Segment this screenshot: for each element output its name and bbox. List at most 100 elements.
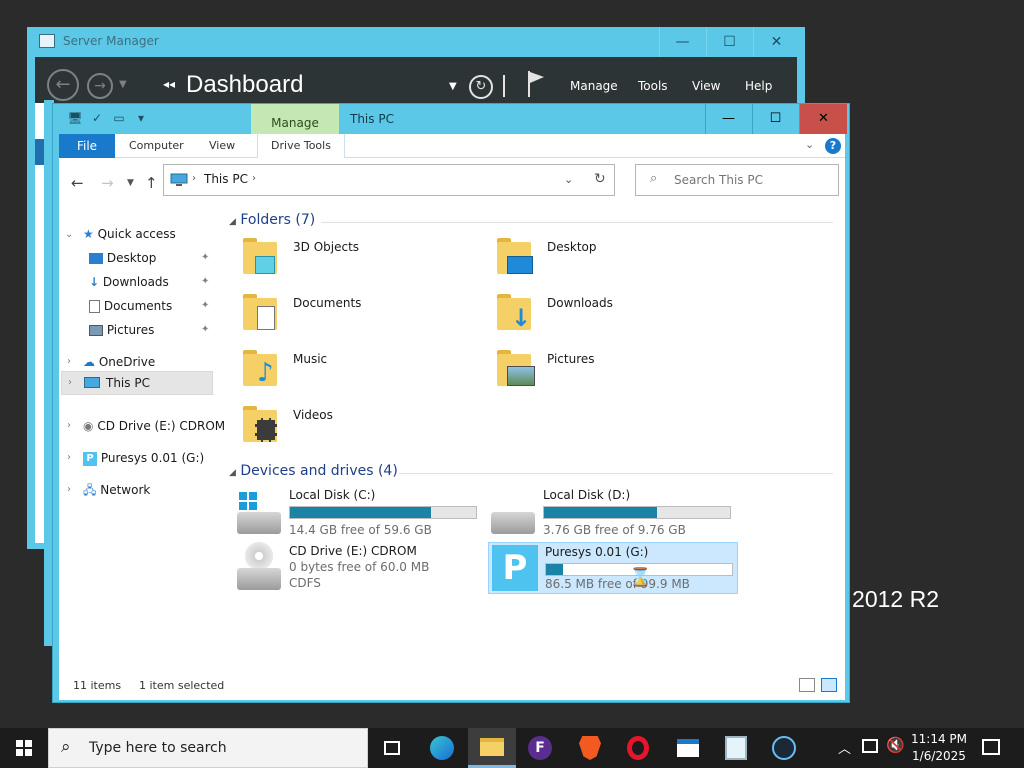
pin-icon[interactable]: ✦ xyxy=(201,252,209,263)
folder-videos[interactable]: Videos xyxy=(243,404,483,452)
expand-ribbon-icon[interactable]: ⌄ xyxy=(805,138,814,151)
folder-downloads[interactable]: ↓ Downloads xyxy=(497,292,737,340)
show-hidden-icons-icon[interactable]: ︿ xyxy=(838,738,851,757)
address-bar[interactable]: › This PC › ⌄ ↻ xyxy=(163,164,615,196)
back-arrow-icon[interactable]: ← xyxy=(47,69,79,101)
nav-this-pc-label: This PC xyxy=(106,376,150,390)
nav-cd-drive[interactable]: ◉ CD Drive (E:) CDROM xyxy=(83,415,225,437)
network-status-icon[interactable] xyxy=(862,739,878,753)
explorer-maximize-button[interactable]: ☐ xyxy=(752,104,798,134)
large-icons-view-icon[interactable] xyxy=(821,678,837,692)
film-strip-icon xyxy=(255,418,277,442)
search-input[interactable] xyxy=(674,171,834,189)
collapse-section-icon: ◢ xyxy=(229,468,236,478)
dashboard-dropdown-icon[interactable]: ▼ xyxy=(449,81,457,92)
folder-desktop[interactable]: Desktop xyxy=(497,236,737,284)
forward-arrow-icon[interactable]: → xyxy=(101,174,114,192)
tab-file[interactable]: File xyxy=(59,134,115,158)
expand-network-icon[interactable]: › xyxy=(67,484,71,495)
sm-close-button[interactable]: ✕ xyxy=(753,27,799,57)
drive-usage-bar xyxy=(543,506,731,519)
taskbar-edge[interactable] xyxy=(418,728,466,768)
server-manager-titlebar[interactable]: Server Manager — ☐ ✕ xyxy=(27,27,805,57)
refresh-icon[interactable]: ↻ xyxy=(469,75,493,99)
server-manager-icon xyxy=(39,34,55,48)
taskbar-search-box[interactable]: ⌕ Type here to search xyxy=(48,728,368,768)
sm-menu-tools[interactable]: Tools xyxy=(638,79,668,93)
taskbar-opera[interactable] xyxy=(614,728,662,768)
nav-pictures[interactable]: Pictures xyxy=(89,319,154,341)
pin-icon[interactable]: ✦ xyxy=(201,276,209,287)
taskbar-clock[interactable]: 11:14 PM 1/6/2025 xyxy=(904,731,974,765)
manage-contextual-tab[interactable]: Manage xyxy=(251,104,339,136)
taskbar-server-manager[interactable] xyxy=(712,728,760,768)
collapse-quick-access-icon[interactable]: ⌄ xyxy=(65,229,73,240)
tab-drive-tools[interactable]: Drive Tools xyxy=(257,134,345,158)
folder-pictures[interactable]: Pictures xyxy=(497,348,737,396)
pin-icon[interactable]: ✦ xyxy=(201,300,209,311)
notifications-icon[interactable] xyxy=(982,739,1000,755)
search-icon: ⌕ xyxy=(61,737,71,757)
taskbar-app-window[interactable] xyxy=(664,728,712,768)
devices-section-header[interactable]: ◢ Devices and drives (4) xyxy=(229,463,398,479)
nav-onedrive[interactable]: ☁ OneDrive xyxy=(83,351,155,373)
recent-locations-icon[interactable]: ▼ xyxy=(127,178,134,188)
task-view-button[interactable] xyxy=(368,728,416,768)
expand-puresys-icon[interactable]: › xyxy=(67,452,71,463)
address-dropdown-icon[interactable]: ⌄ xyxy=(564,173,573,186)
explorer-close-button[interactable]: ✕ xyxy=(799,104,847,134)
back-arrow-icon[interactable]: ← xyxy=(71,174,84,192)
refresh-icon[interactable]: ↻ xyxy=(594,171,606,187)
nav-documents[interactable]: Documents xyxy=(89,295,172,317)
properties-icon[interactable]: ✓ xyxy=(89,110,105,126)
breadcrumb-separator-icon[interactable]: › xyxy=(252,173,256,184)
new-folder-icon[interactable]: ▭ xyxy=(111,110,127,126)
sm-menu-help[interactable]: Help xyxy=(745,79,772,93)
folder-3d-objects[interactable]: 3D Objects xyxy=(243,236,483,284)
expand-this-pc-icon[interactable]: › xyxy=(68,372,72,394)
nav-downloads[interactable]: ↓ Downloads xyxy=(89,271,169,293)
tab-computer[interactable]: Computer xyxy=(129,134,184,158)
start-button[interactable] xyxy=(0,728,48,768)
history-dropdown-icon[interactable]: ▼ xyxy=(119,79,127,90)
nav-quick-access[interactable]: ★ Quick access xyxy=(83,223,176,245)
drive-puresys-g[interactable]: P Puresys 0.01 (G:) 86.5 MB free of 99.9… xyxy=(488,542,738,594)
breadcrumb-separator-icon[interactable]: › xyxy=(192,173,196,184)
taskbar-brave[interactable] xyxy=(566,728,614,768)
pin-icon[interactable]: ✦ xyxy=(201,324,209,335)
nav-desktop[interactable]: Desktop xyxy=(89,247,156,269)
expand-onedrive-icon[interactable]: › xyxy=(67,356,71,367)
help-icon[interactable]: ? xyxy=(825,138,841,154)
up-arrow-icon[interactable]: ↑ xyxy=(145,174,158,192)
nav-this-pc[interactable]: › This PC xyxy=(61,371,213,395)
volume-muted-icon[interactable]: 🔇 xyxy=(886,736,905,754)
computer-icon[interactable]: 🖥 xyxy=(67,110,83,126)
tab-view[interactable]: View xyxy=(209,134,235,158)
breadcrumb-this-pc[interactable]: This PC xyxy=(204,172,248,186)
sm-menu-view[interactable]: View xyxy=(692,79,720,93)
sm-minimize-button[interactable]: — xyxy=(659,27,705,57)
sm-menu-manage[interactable]: Manage xyxy=(570,79,618,93)
taskbar-steam[interactable] xyxy=(760,728,808,768)
folder-documents[interactable]: Documents xyxy=(243,292,483,340)
explorer-titlebar[interactable]: 🖥 ✓ ▭ ▾ Manage This PC — ☐ ✕ xyxy=(53,104,849,136)
folders-section-header[interactable]: ◢ Folders (7) xyxy=(229,212,315,228)
folder-music[interactable]: ♪ Music xyxy=(243,348,483,396)
taskbar-file-explorer[interactable] xyxy=(468,728,516,768)
taskbar-app-purple[interactable]: F xyxy=(516,728,564,768)
drive-cd-e[interactable]: CD Drive (E:) CDROM 0 bytes free of 60.0… xyxy=(237,542,481,592)
notifications-flag-icon[interactable] xyxy=(527,71,545,97)
nav-puresys[interactable]: P Puresys 0.01 (G:) xyxy=(83,447,204,469)
nav-network[interactable]: 🖧 Network xyxy=(83,479,150,501)
dashboard-title: Dashboard xyxy=(186,71,304,98)
sm-maximize-button[interactable]: ☐ xyxy=(706,27,752,57)
drive-local-disk-d[interactable]: Local Disk (D:) 3.76 GB free of 9.76 GB xyxy=(491,486,735,537)
qat-dropdown-icon[interactable]: ▾ xyxy=(133,110,149,126)
details-view-icon[interactable] xyxy=(799,678,815,692)
drive-usage-fill xyxy=(544,507,658,518)
forward-arrow-icon[interactable]: → xyxy=(87,73,113,99)
expand-cd-drive-icon[interactable]: › xyxy=(67,420,71,431)
explorer-minimize-button[interactable]: — xyxy=(705,104,751,134)
drive-local-disk-c[interactable]: Local Disk (C:) 14.4 GB free of 59.6 GB xyxy=(237,486,481,537)
search-box[interactable]: ⌕ xyxy=(635,164,839,196)
